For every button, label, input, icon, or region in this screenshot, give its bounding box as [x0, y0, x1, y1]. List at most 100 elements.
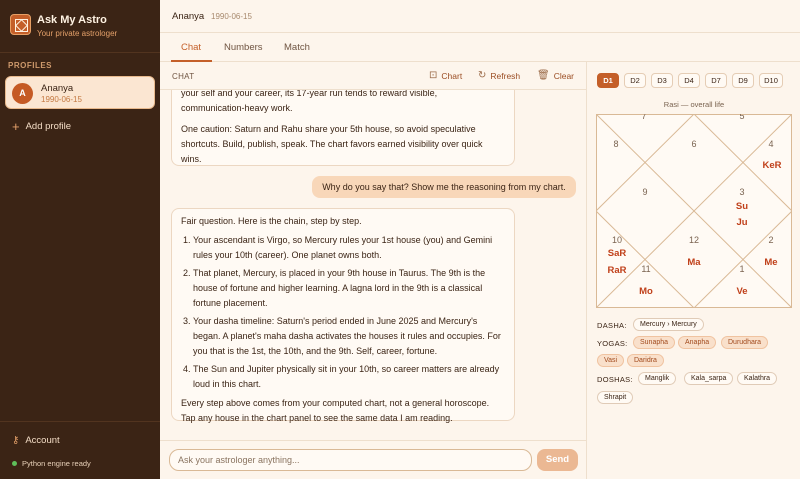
division-tab-d4[interactable]: D4	[678, 73, 700, 88]
division-tab-d3[interactable]: D3	[651, 73, 673, 88]
division-tab-d10[interactable]: D10	[759, 73, 783, 88]
yoga-badge: Anapha	[678, 336, 717, 349]
dasha-badge: Mercury › Mercury	[633, 318, 704, 331]
division-tab-d7[interactable]: D7	[705, 73, 727, 88]
reasoning-steps: Your ascendant is Virgo, so Mercury rule…	[181, 233, 505, 392]
yoga-badge: Sunapha	[633, 336, 676, 349]
profiles-heading: PROFILES	[8, 61, 53, 70]
division-tabs: D1 D2 D3 D4 D7 D9 D10	[597, 73, 788, 88]
engine-status: Python engine ready	[12, 459, 91, 468]
assistant-message: your self and your career, its 17-year r…	[171, 90, 515, 166]
message-outro: Every step above comes from your compute…	[181, 398, 490, 423]
dosha-badge: Kala_sarpa	[684, 372, 734, 385]
engine-status-label: Python engine ready	[22, 459, 91, 468]
main-tabs: Chat Numbers Match	[160, 33, 800, 62]
chart-button-label: Chart	[441, 70, 463, 81]
chat-toolbar: CHAT ⊡ Chart ↻ Refresh 🗑 Clear	[160, 62, 586, 90]
house-number-10[interactable]: 10	[612, 235, 622, 245]
house-number-2[interactable]: 2	[768, 235, 773, 245]
planet-venus: Ve	[736, 286, 747, 297]
doshas-label: DOSHAS:	[597, 375, 633, 384]
send-button[interactable]: Send	[537, 449, 578, 471]
yogas-label: YOGAS:	[597, 339, 628, 348]
house-number-3[interactable]: 3	[739, 187, 744, 197]
house-number-7: 7	[641, 114, 646, 121]
planet-moon: Mo	[639, 286, 653, 297]
add-profile-label: Add profile	[25, 121, 72, 132]
house-number-5: 5	[739, 114, 744, 121]
planet-rahu: RaR	[607, 265, 626, 276]
status-dot-icon	[12, 461, 17, 466]
sidebar-divider	[0, 52, 160, 53]
clear-button[interactable]: 🗑 Clear	[537, 70, 574, 81]
rasi-chart[interactable]: 7 5 8 6 4 9 3 10 12 2 11 1 KeR Su Ju SaR…	[596, 114, 792, 308]
division-tab-d2[interactable]: D2	[624, 73, 646, 88]
message-text: communication-heavy work.	[181, 103, 293, 113]
division-tab-d1[interactable]: D1	[597, 73, 619, 88]
page-header: Ananya 1990-06-15	[160, 0, 800, 33]
planet-ketu: KeR	[762, 160, 781, 171]
list-item: The Sun and Jupiter physically sit in yo…	[193, 362, 505, 392]
planet-mars: Ma	[687, 257, 701, 268]
account-label: Account	[25, 435, 60, 446]
message-text: One caution: Saturn and Rahu share your …	[181, 124, 483, 164]
profile-name: Ananya	[41, 83, 74, 94]
sidebar-divider	[0, 421, 160, 422]
yoga-badge: Vasi	[597, 354, 625, 367]
refresh-icon: ↻	[478, 70, 487, 81]
yoga-badge: Durudhara	[721, 336, 769, 349]
chat-input[interactable]	[169, 449, 532, 471]
refresh-button[interactable]: ↻ Refresh	[478, 70, 520, 81]
dosha-badge: Shrapit	[597, 391, 634, 404]
message-intro: Fair question. Here is the chain, step b…	[181, 216, 362, 226]
add-profile-button[interactable]: + Add profile	[12, 118, 72, 134]
profile-birthdate: 1990-06-15	[41, 95, 82, 104]
plus-icon: +	[12, 118, 20, 134]
house-number-4[interactable]: 4	[768, 139, 773, 149]
division-tab-d9[interactable]: D9	[732, 73, 754, 88]
list-item: Your ascendant is Virgo, so Mercury rule…	[193, 233, 505, 263]
refresh-button-label: Refresh	[490, 70, 521, 81]
sidebar: Ask My Astro Your private astrologer PRO…	[0, 0, 160, 479]
clear-button-label: Clear	[553, 70, 575, 81]
list-item: Your dasha timeline: Saturn's period end…	[193, 314, 505, 359]
key-icon: ⚷	[12, 435, 20, 446]
house-number-1[interactable]: 1	[739, 264, 744, 274]
house-number-11[interactable]: 11	[641, 264, 650, 274]
tab-match[interactable]: Match	[284, 42, 310, 53]
assistant-message: Fair question. Here is the chain, step b…	[171, 208, 515, 423]
yoga-badge: Daridra	[627, 354, 664, 367]
header-birthdate: 1990-06-15	[211, 12, 252, 21]
house-number-8[interactable]: 8	[613, 139, 618, 149]
planet-mercury: Me	[764, 257, 777, 268]
dosha-badge: Manglik	[638, 372, 677, 385]
account-button[interactable]: ⚷ Account	[12, 435, 60, 446]
avatar: A	[12, 83, 33, 104]
app-title: Ask My Astro	[37, 14, 107, 26]
planet-saturn: SaR	[608, 248, 627, 259]
list-item: That planet, Mercury, is placed in your …	[193, 266, 505, 311]
chart-title: Rasi — overall life	[663, 100, 725, 109]
trash-icon: 🗑	[537, 70, 550, 81]
chart-icon: ⊡	[429, 70, 438, 81]
message-text: your self and your career, its 17-year r…	[181, 90, 438, 98]
brand: Ask My Astro Your private astrologer	[10, 14, 117, 38]
chart-button[interactable]: ⊡ Chart	[429, 70, 462, 81]
tab-numbers[interactable]: Numbers	[224, 42, 263, 53]
chat-heading: CHAT	[172, 72, 195, 81]
header-profile-name: Ananya	[172, 11, 205, 22]
user-message: Why do you say that? Show me the reasoni…	[312, 176, 576, 198]
planet-sun: Su	[736, 201, 748, 212]
app-subtitle: Your private astrologer	[37, 29, 118, 38]
house-number-9[interactable]: 9	[642, 187, 647, 197]
tab-chat[interactable]: Chat	[181, 42, 201, 53]
chat-messages[interactable]: your self and your career, its 17-year r…	[160, 90, 586, 440]
profile-item-ananya[interactable]: A Ananya 1990-06-15	[5, 76, 155, 109]
dosha-badge: Kalathra	[737, 372, 778, 385]
dasha-label: DASHA:	[597, 321, 627, 330]
house-number-12[interactable]: 12	[689, 235, 699, 245]
chart-panel: D1 D2 D3 D4 D7 D9 D10 Rasi — overall lif…	[586, 62, 800, 479]
house-number-6[interactable]: 6	[691, 139, 696, 149]
chat-input-bar: Send	[160, 440, 586, 479]
app-logo-icon	[10, 14, 31, 35]
